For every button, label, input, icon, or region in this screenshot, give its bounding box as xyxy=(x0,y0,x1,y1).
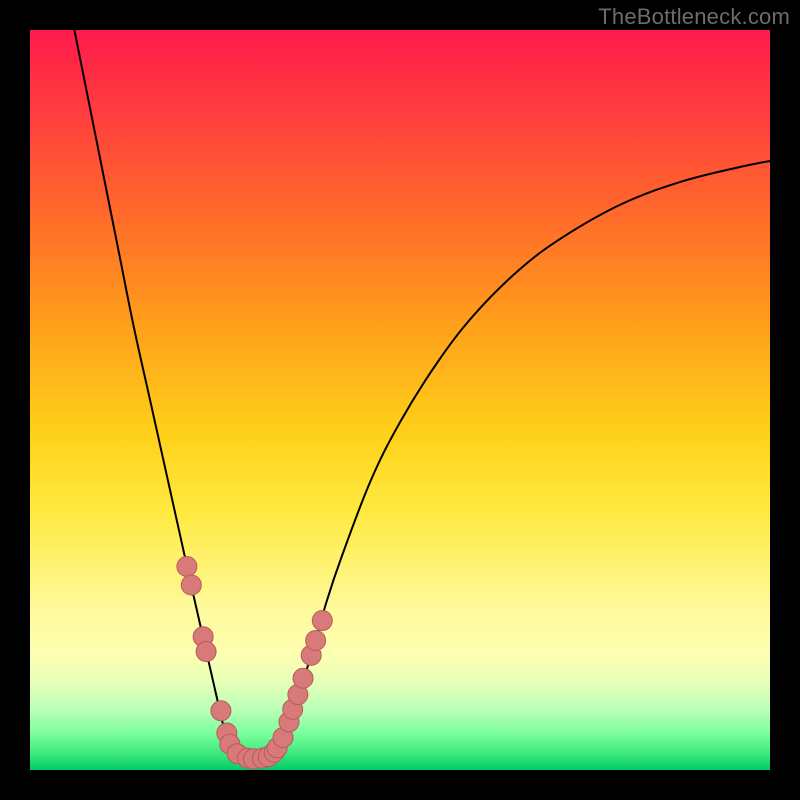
marker-group xyxy=(177,557,332,769)
watermark-text: TheBottleneck.com xyxy=(598,4,790,30)
marker-point xyxy=(312,611,332,631)
marker-point xyxy=(211,701,231,721)
marker-point xyxy=(293,668,313,688)
marker-point xyxy=(196,642,216,662)
chart-overlay xyxy=(30,30,770,770)
plot-area xyxy=(30,30,770,770)
marker-point xyxy=(177,557,197,577)
curve-right xyxy=(274,161,770,757)
marker-point xyxy=(306,631,326,651)
marker-point xyxy=(181,575,201,595)
chart-stage: TheBottleneck.com xyxy=(0,0,800,800)
